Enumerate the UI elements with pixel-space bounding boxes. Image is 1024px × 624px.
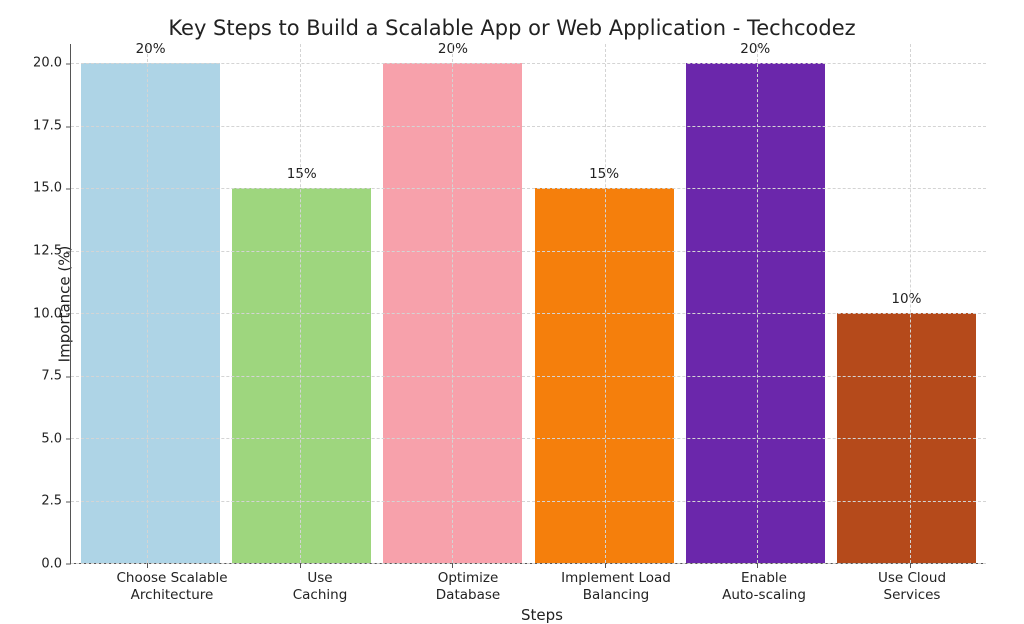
bar-value-label: 10% bbox=[891, 291, 921, 307]
gridline-v bbox=[910, 44, 911, 563]
y-tick-label: 17.5 bbox=[33, 118, 62, 133]
gridline-v bbox=[452, 44, 453, 563]
x-tick-label: UseCaching bbox=[246, 564, 394, 604]
gridline-v bbox=[605, 44, 606, 563]
y-tick-mark bbox=[66, 314, 71, 315]
y-tick-label: 10.0 bbox=[33, 306, 62, 321]
x-ticks: Choose ScalableArchitectureUseCachingOpt… bbox=[98, 564, 986, 604]
x-tick-mark bbox=[300, 563, 301, 568]
gridline-h bbox=[71, 501, 986, 502]
gridline-h bbox=[71, 63, 986, 64]
bars-layer: 20%15%20%15%20%10% bbox=[71, 44, 986, 563]
bar-slot: 20% bbox=[680, 44, 831, 563]
gridline-h bbox=[71, 188, 986, 189]
x-tick-mark bbox=[605, 563, 606, 568]
bar-value-label: 15% bbox=[287, 166, 317, 182]
y-tick-label: 7.5 bbox=[41, 369, 62, 384]
x-tick-label: Implement LoadBalancing bbox=[542, 564, 690, 604]
x-tick-label: Choose ScalableArchitecture bbox=[98, 564, 246, 604]
y-tick-label: 15.0 bbox=[33, 181, 62, 196]
y-ticks: 0.02.55.07.510.012.515.017.520.0 bbox=[24, 44, 62, 564]
x-tick-mark bbox=[452, 563, 453, 568]
gridline-v bbox=[757, 44, 758, 563]
bar-value-label: 20% bbox=[740, 41, 770, 57]
y-tick-mark bbox=[66, 376, 71, 377]
gridline-v bbox=[147, 44, 148, 563]
gridline-h bbox=[71, 313, 986, 314]
x-tick-mark bbox=[147, 563, 148, 568]
y-tick-mark bbox=[66, 501, 71, 502]
x-tick-mark bbox=[757, 563, 758, 568]
y-tick-mark bbox=[66, 64, 71, 65]
y-tick-mark bbox=[66, 126, 71, 127]
x-tick-label: EnableAuto-scaling bbox=[690, 564, 838, 604]
y-tick-label: 20.0 bbox=[33, 56, 62, 71]
x-tick-mark bbox=[910, 563, 911, 568]
y-tick-mark bbox=[66, 564, 71, 565]
y-tick-mark bbox=[66, 439, 71, 440]
y-tick-label: 5.0 bbox=[41, 431, 62, 446]
gridline-v bbox=[300, 44, 301, 563]
bar-value-label: 20% bbox=[136, 41, 166, 57]
y-tick-label: 2.5 bbox=[41, 494, 62, 509]
x-axis-label: Steps bbox=[84, 606, 1000, 624]
gridline-h bbox=[71, 376, 986, 377]
y-tick-label: 12.5 bbox=[33, 244, 62, 259]
bar-slot: 10% bbox=[831, 44, 982, 563]
y-axis: Importance (%) 0.02.55.07.510.012.515.01… bbox=[24, 44, 70, 564]
y-tick-label: 0.0 bbox=[41, 557, 62, 572]
gridline-h bbox=[71, 563, 986, 564]
gridline-h bbox=[71, 126, 986, 127]
plot-area: 20%15%20%15%20%10% bbox=[70, 44, 986, 564]
bar-slot: 15% bbox=[226, 44, 377, 563]
gridline-h bbox=[71, 251, 986, 252]
chart-title: Key Steps to Build a Scalable App or Web… bbox=[24, 16, 1000, 40]
x-tick-label: Use CloudServices bbox=[838, 564, 986, 604]
y-tick-mark bbox=[66, 251, 71, 252]
bar-slot: 20% bbox=[75, 44, 226, 563]
chart-container: Key Steps to Build a Scalable App or Web… bbox=[0, 0, 1024, 614]
plot-row: Importance (%) 0.02.55.07.510.012.515.01… bbox=[24, 44, 1000, 564]
y-tick-mark bbox=[66, 189, 71, 190]
gridline-h bbox=[71, 438, 986, 439]
x-tick-label: OptimizeDatabase bbox=[394, 564, 542, 604]
